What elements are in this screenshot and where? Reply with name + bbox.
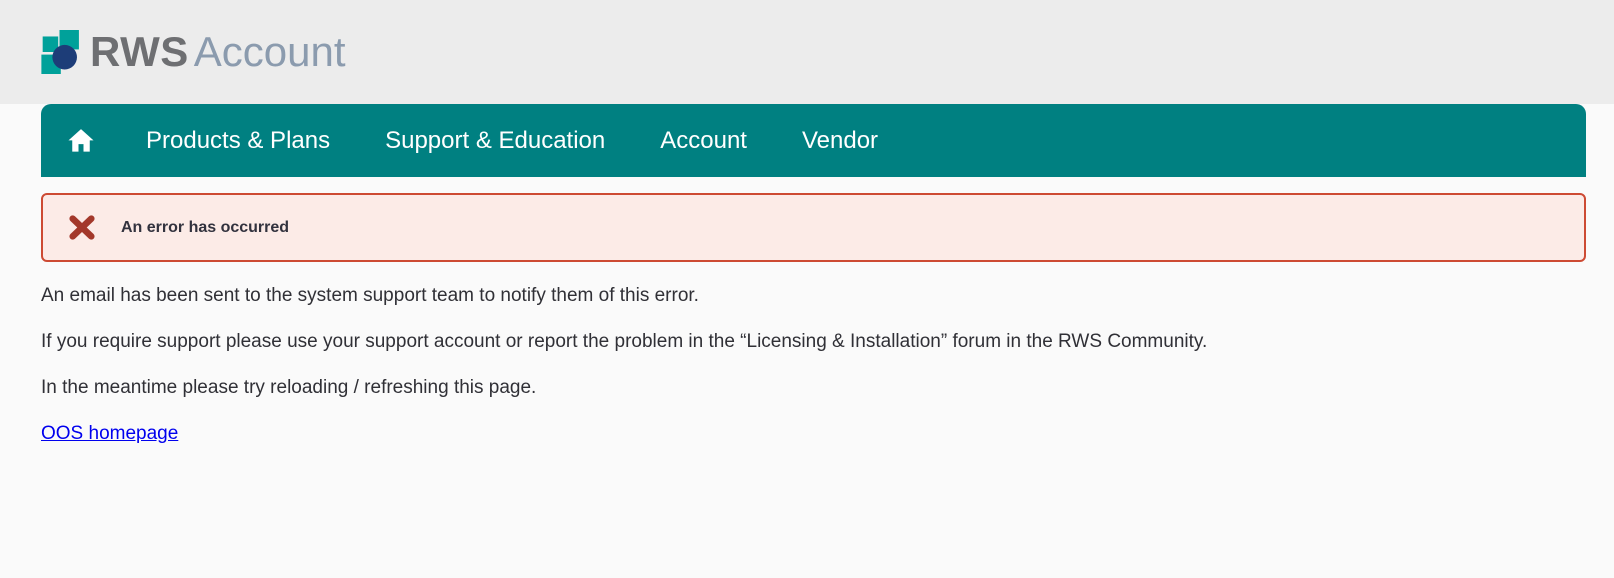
nav-item-vendor[interactable]: Vendor xyxy=(802,127,878,155)
nav-item-products-plans[interactable]: Products & Plans xyxy=(146,127,330,155)
rws-account-logo[interactable]: RWS Account xyxy=(40,30,346,74)
error-x-icon xyxy=(69,215,95,240)
main-nav: Products & Plans Support & Education Acc… xyxy=(41,104,1586,177)
oos-homepage-link[interactable]: OOS homepage xyxy=(41,423,178,445)
brand-name-light: Account xyxy=(193,28,346,75)
error-paragraph-support-info: If you require support please use your s… xyxy=(41,331,1208,352)
app-header: RWS Account xyxy=(0,0,1614,104)
nav-home-button[interactable] xyxy=(66,126,96,156)
rws-logo-icon xyxy=(41,30,79,74)
nav-item-account[interactable]: Account xyxy=(660,127,747,155)
main-content: An error has occurred An email has been … xyxy=(0,177,1614,445)
error-paragraph-reload-hint: In the meantime please try reloading / r… xyxy=(41,377,537,398)
error-alert: An error has occurred xyxy=(41,193,1586,262)
nav-item-support-education[interactable]: Support & Education xyxy=(385,127,605,155)
error-paragraph-email-sent: An email has been sent to the system sup… xyxy=(41,285,699,306)
home-icon xyxy=(68,128,94,152)
error-alert-title: An error has occurred xyxy=(121,218,290,236)
error-description: An email has been sent to the system sup… xyxy=(41,285,1586,399)
brand-name-bold: RWS xyxy=(90,28,189,75)
